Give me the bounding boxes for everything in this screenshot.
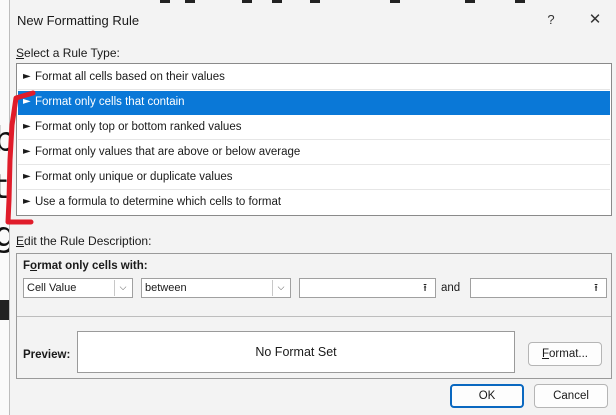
- condition-type-select[interactable]: Cell Value ⌵: [23, 278, 133, 298]
- cancel-button[interactable]: Cancel: [534, 384, 608, 408]
- preview-text: No Format Set: [255, 345, 337, 359]
- condition-type-value: Cell Value: [27, 282, 77, 294]
- value2-input[interactable]: ⭱: [470, 278, 607, 298]
- arrow-icon: ►: [23, 71, 31, 82]
- and-label: and: [441, 282, 461, 294]
- rule-type-label-text: Format only cells that contain: [35, 96, 185, 108]
- title-bar[interactable]: New Formatting Rule ? ✕: [10, 4, 616, 34]
- rule-type-label-text: Use a formula to determine which cells t…: [35, 196, 282, 208]
- format-button[interactable]: Format...: [528, 342, 602, 366]
- value1-input[interactable]: ⭱: [299, 278, 436, 298]
- operator-select[interactable]: between ⌵: [141, 278, 291, 298]
- dialog-title: New Formatting Rule: [17, 13, 140, 28]
- rule-type-item[interactable]: ► Format only unique or duplicate values: [18, 166, 610, 190]
- rule-type-item[interactable]: ► Use a formula to determine which cells…: [18, 191, 610, 215]
- rule-type-item[interactable]: ► Format all cells based on their values: [18, 66, 610, 90]
- rule-type-label-text: Format all cells based on their values: [35, 71, 225, 83]
- format-only-cells-with-label: Format only cells with:: [23, 260, 148, 272]
- rule-type-item-selected[interactable]: ► Format only cells that contain: [18, 91, 610, 115]
- arrow-icon: ►: [23, 146, 31, 157]
- arrow-icon: ►: [23, 121, 31, 132]
- arrow-icon: ►: [23, 196, 31, 207]
- collapse-dialog-icon[interactable]: ⭱: [588, 280, 604, 296]
- rule-type-label: Select a Rule Type:: [16, 46, 120, 60]
- rule-type-item[interactable]: ► Format only values that are above or b…: [18, 141, 610, 165]
- chevron-down-icon[interactable]: ⌵: [272, 280, 289, 296]
- rule-type-label-text: Format only top or bottom ranked values: [35, 121, 242, 133]
- preview-box: No Format Set: [77, 331, 515, 373]
- ok-button[interactable]: OK: [450, 384, 524, 408]
- collapse-dialog-icon[interactable]: ⭱: [417, 280, 433, 296]
- rule-type-item[interactable]: ► Format only top or bottom ranked value…: [18, 116, 610, 140]
- rule-type-label-text: Format only values that are above or bel…: [35, 146, 301, 158]
- rule-type-list[interactable]: ► Format all cells based on their values…: [16, 63, 612, 216]
- arrow-icon: ►: [23, 96, 31, 107]
- background-glyph: t: [0, 167, 8, 207]
- arrow-icon: ►: [23, 171, 31, 182]
- rule-description-label: Edit the Rule Description:: [16, 234, 152, 248]
- condition-section: Format only cells with: Cell Value ⌵ bet…: [17, 254, 611, 317]
- rule-type-label-text: Format only unique or duplicate values: [35, 171, 233, 183]
- chevron-down-icon[interactable]: ⌵: [114, 280, 131, 296]
- preview-label: Preview:: [23, 349, 71, 361]
- help-button[interactable]: ?: [540, 10, 562, 30]
- new-formatting-rule-dialog: New Formatting Rule ? ✕ Select a Rule Ty…: [9, 0, 616, 415]
- close-button[interactable]: ✕: [584, 10, 606, 30]
- operator-value: between: [145, 282, 187, 294]
- rule-description-panel: Format only cells with: Cell Value ⌵ bet…: [16, 253, 612, 379]
